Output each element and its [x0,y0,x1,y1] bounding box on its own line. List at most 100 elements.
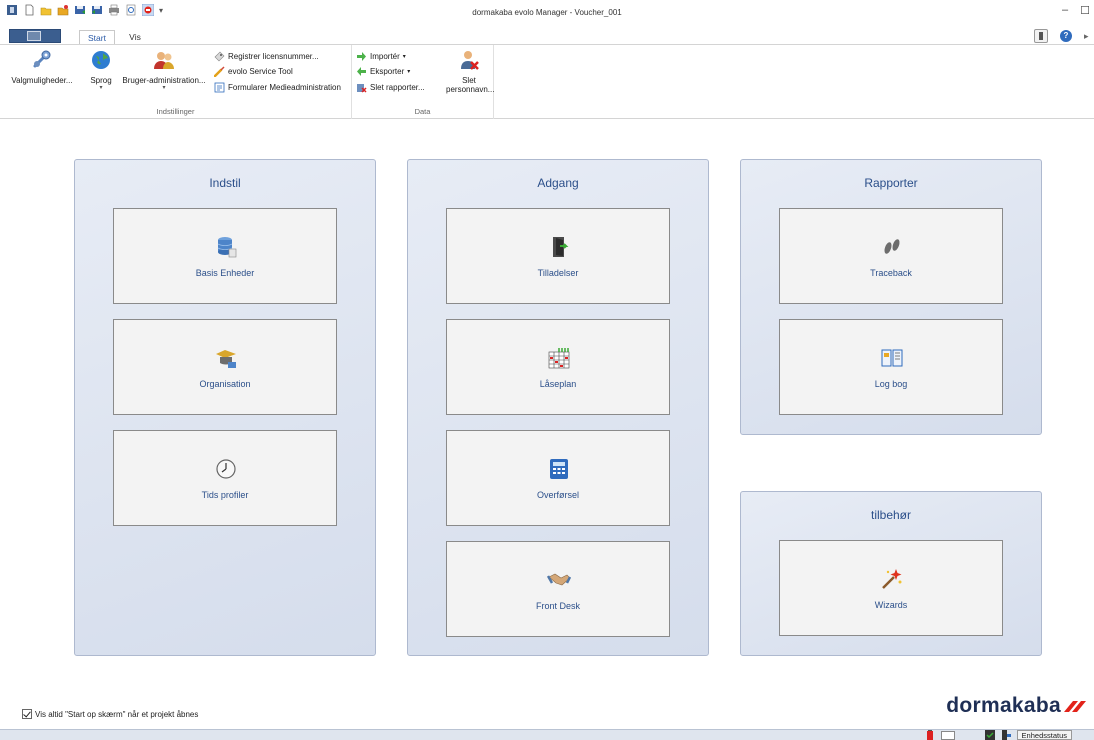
group-label-indstillinger: Indstillinger [156,107,195,116]
eksporter-button[interactable]: Eksporter ▾ [356,66,410,77]
registrer-label: Registrer licensnummer... [228,52,319,61]
panel-title-indstil: Indstil [209,176,241,190]
personnavn-label: personnavn... [446,85,495,94]
panel-title-tilbehor: tilbehør [870,508,911,522]
service-tool-icon [214,66,225,77]
slet-personnavn-button[interactable]: Slet personnavn... [446,49,495,94]
footprints-icon [884,239,900,254]
registrer-licensnummer-button[interactable]: Registrer licensnummer... [214,51,319,62]
card-wizards[interactable]: Wizards [779,540,1003,636]
tab-start[interactable]: Start [79,30,115,45]
license-key-icon [214,51,225,62]
import-arrow-icon [357,52,366,61]
maximize-icon[interactable]: ☐ [1080,4,1090,17]
app-menu-icon [27,31,41,41]
card-label: Tilladelser [537,268,579,278]
delete-report-icon [357,84,367,93]
title-bar: ▾ dormakaba evolo Manager - Voucher_001 … [0,0,1094,27]
ribbon-group-data: Importér ▾ Eksporter ▾ Slet rapporter...… [352,45,494,119]
wizard-wand-icon [882,569,902,589]
grid-icon [548,348,570,369]
card-label: Wizards [874,600,908,610]
importer-label: Importér [370,52,400,61]
checkbox-checked-icon[interactable] [22,709,32,719]
card-traceback[interactable]: Traceback [779,208,1003,304]
chevron-down-icon: ▾ [407,69,411,75]
importer-button[interactable]: Importér ▾ [356,51,406,62]
status-box [940,730,955,740]
organisation-icon [216,350,236,368]
eksporter-label: Eksporter [370,67,405,76]
ribbon-group-indstillinger: Valgmuligheder... Sprog ▾ Bruger-adminis… [0,45,352,119]
book-icon [881,349,903,367]
valgmuligheder-button[interactable]: Valgmuligheder... [2,49,82,85]
status-check-icon [984,730,995,740]
dormakaba-logo: dormakaba [946,694,1086,718]
tab-vis[interactable]: Vis [124,30,146,45]
panel-indstil: Indstil Basis Enheder Organisation Tids … [74,159,376,656]
card-label: Tids profiler [201,490,249,500]
chevron-down-icon: ▾ [162,85,166,91]
card-front-desk[interactable]: Front Desk [446,541,670,637]
clock-icon [216,459,236,479]
export-arrow-icon [357,67,366,76]
database-icon [217,237,237,258]
card-label: Låseplan [539,379,577,389]
card-overforsel[interactable]: Overførsel [446,430,670,526]
group-label-data: Data [414,107,431,116]
window-title: dormakaba evolo Manager - Voucher_001 [472,8,622,17]
bruger-administration-button[interactable]: Bruger-administration... ▾ [118,49,210,91]
file-menu-button[interactable] [9,29,61,43]
service-tool-label: evolo Service Tool [228,67,293,76]
globe-icon [92,51,110,69]
panel-title-rapporter: Rapporter [864,176,918,190]
calculator-icon [550,459,568,479]
chevron-down-icon: ▾ [99,85,103,91]
brand-wordmark: dormakaba [946,694,1061,717]
battery-warning-icon [926,730,933,740]
ribbon: Valgmuligheder... Sprog ▾ Bruger-adminis… [0,44,1094,119]
card-label: Basis Enheder [195,268,255,278]
card-basis-enheder[interactable]: Basis Enheder [113,208,337,304]
panel-title-adgang: Adgang [537,176,579,190]
enhedsstatus-label: Enhedsstatus [1016,730,1072,740]
clipboard-icon[interactable] [1034,29,1048,43]
card-tilladelser[interactable]: Tilladelser [446,208,670,304]
window-controls: – ☐ [1062,4,1090,17]
slet-rapporter-label: Slet rapporter... [370,83,425,92]
startup-screen-checkbox[interactable]: Vis altid "Start op skærm" når et projek… [22,709,198,719]
card-label: Organisation [199,379,251,389]
status-bar: Enhedsstatus [0,729,1094,740]
form-icon [214,82,225,93]
status-items: Enhedsstatus [925,730,1072,740]
sprog-button[interactable]: Sprog ▾ [85,49,117,91]
wrench-icon [33,50,51,68]
formularer-medieadministration-button[interactable]: Formularer Medieadministration [214,82,341,93]
sprog-label: Sprog [90,76,112,85]
valgmuligheder-label: Valgmuligheder... [11,76,73,85]
ribbon-tab-row: Start Vis ? ▸ [0,27,1094,45]
minimize-icon[interactable]: – [1062,4,1068,17]
evolo-service-tool-button[interactable]: evolo Service Tool [214,66,293,77]
pin-icon[interactable]: ▸ [1084,31,1094,41]
slet-label: Slet [462,76,476,85]
slet-rapporter-button[interactable]: Slet rapporter... [356,82,425,93]
brand-mark-icon [1064,700,1086,712]
panel-rapporter: Rapporter Traceback Log bog [740,159,1042,435]
card-organisation[interactable]: Organisation [113,319,337,415]
panel-adgang: Adgang Tilladelser Låseplan Overførsel F… [407,159,709,656]
device-status-icon [1001,730,1011,740]
formularer-label: Formularer Medieadministration [228,83,341,92]
help-icon[interactable]: ? [1060,30,1072,42]
bruger-administration-label: Bruger-administration... [122,76,206,85]
card-log-bog[interactable]: Log bog [779,319,1003,415]
startup-checkbox-label: Vis altid "Start op skærm" når et projek… [35,709,199,719]
card-tids-profiler[interactable]: Tids profiler [113,430,337,526]
panel-tilbehor: tilbehør Wizards [740,491,1042,656]
card-label: Overførsel [536,490,579,500]
handshake-icon [547,573,571,586]
card-laseplan[interactable]: Låseplan [446,319,670,415]
card-label: Traceback [870,268,912,278]
delete-person-icon [461,51,479,70]
ribbon-right-tools: ? ▸ [1034,29,1094,43]
